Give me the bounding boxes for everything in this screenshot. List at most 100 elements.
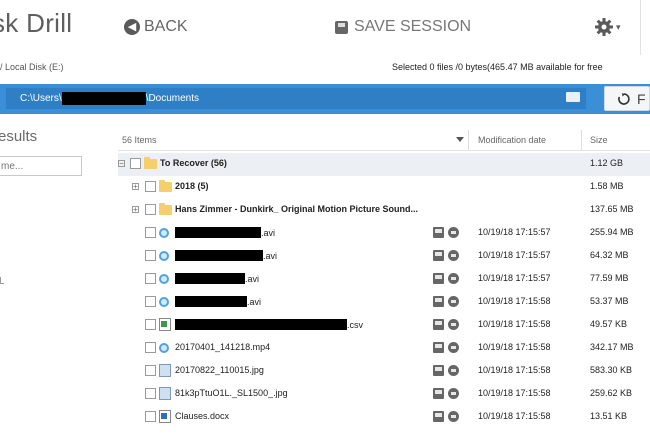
table-row[interactable]: .avi 10/19/18 17:15:57 64.32 MB xyxy=(118,245,650,268)
row-name: .avi xyxy=(247,297,262,307)
folder-open-icon[interactable] xyxy=(566,92,580,102)
sort-chevron-icon[interactable] xyxy=(456,137,464,142)
row-size: 259.62 KB xyxy=(590,388,633,398)
csv-file-icon xyxy=(159,318,171,331)
row-actions xyxy=(433,273,461,285)
row-name-wrap: .avi xyxy=(175,273,259,284)
name-filter-input[interactable] xyxy=(0,156,82,176)
tree-branch xyxy=(0,277,4,284)
preview-icon[interactable] xyxy=(433,296,444,307)
table-row[interactable]: + Hans Zimmer - Dunkirk_ Original Motion… xyxy=(118,199,650,222)
row-actions xyxy=(433,411,461,423)
table-row[interactable]: + 2018 (5) 1.58 MB xyxy=(118,176,650,199)
row-checkbox[interactable] xyxy=(130,158,141,169)
expand-icon[interactable]: + xyxy=(132,206,139,214)
row-name: 2018 (5) xyxy=(175,181,209,191)
recover-icon[interactable] xyxy=(448,342,459,353)
folder-icon xyxy=(159,180,172,192)
video-file-icon xyxy=(159,274,169,284)
recover-icon[interactable] xyxy=(448,411,459,422)
row-checkbox[interactable] xyxy=(145,204,156,215)
preview-icon[interactable] xyxy=(433,319,444,330)
back-button[interactable]: ◀ BACK xyxy=(124,14,188,40)
recover-icon[interactable] xyxy=(448,296,459,307)
recover-icon[interactable] xyxy=(448,388,459,399)
table-row[interactable]: Clauses.docx 10/19/18 17:15:58 13.51 KB xyxy=(118,406,650,429)
row-checkbox[interactable] xyxy=(145,296,156,307)
row-date: 10/19/18 17:15:58 xyxy=(478,342,551,352)
expand-icon[interactable]: + xyxy=(132,183,139,191)
row-size: 1.12 GB xyxy=(590,158,624,168)
recover-icon[interactable] xyxy=(448,365,459,376)
table-row[interactable]: 81k3pTtuO1L._SL1500_.jpg 10/19/18 17:15:… xyxy=(118,383,650,406)
row-date: 10/19/18 17:15:58 xyxy=(478,319,551,329)
row-checkbox[interactable] xyxy=(145,365,156,376)
table-row[interactable]: .avi 10/19/18 17:15:58 53.37 MB xyxy=(118,291,650,314)
row-checkbox[interactable] xyxy=(145,250,156,261)
gear-icon xyxy=(595,18,613,36)
row-name-wrap: .avi xyxy=(175,296,261,307)
table-row[interactable]: .avi 10/19/18 17:15:57 77.59 MB xyxy=(118,268,650,291)
settings-button[interactable]: ▾ xyxy=(594,14,621,40)
column-divider[interactable] xyxy=(581,130,582,150)
recover-icon[interactable] xyxy=(448,319,459,330)
app-title: sk Drill xyxy=(0,8,73,38)
redaction-bar xyxy=(175,227,261,238)
preview-icon[interactable] xyxy=(433,227,444,238)
preview-icon[interactable] xyxy=(433,273,444,284)
image-file-icon xyxy=(159,387,171,400)
save-session-button[interactable]: SAVE SESSION xyxy=(335,14,471,40)
table-row[interactable]: − To Recover (56) 1.12 GB xyxy=(118,153,650,176)
row-name: Hans Zimmer - Dunkirk_ Original Motion P… xyxy=(175,204,419,214)
row-name: To Recover (56) xyxy=(160,158,227,168)
row-name: 20170401_141218.mp4 xyxy=(175,342,271,352)
row-name-wrap: .csv xyxy=(175,319,363,330)
preview-icon[interactable] xyxy=(433,365,444,376)
breadcrumb[interactable]: / Local Disk (E:) xyxy=(0,62,64,72)
refresh-icon xyxy=(618,92,630,105)
row-checkbox[interactable] xyxy=(145,227,156,238)
preview-icon[interactable] xyxy=(433,250,444,261)
row-checkbox[interactable] xyxy=(145,181,156,192)
row-size: 255.94 MB xyxy=(590,227,634,237)
table-row[interactable]: .csv 10/19/18 17:15:58 49.57 KB xyxy=(118,314,650,337)
preview-icon[interactable] xyxy=(433,342,444,353)
row-date: 10/19/18 17:15:58 xyxy=(478,296,551,306)
row-name: .avi xyxy=(261,228,276,238)
row-date: 10/19/18 17:15:58 xyxy=(478,411,551,421)
video-file-icon xyxy=(159,251,169,261)
recover-icon[interactable] xyxy=(448,227,459,238)
path-input[interactable]: C:\Users\ \Documents xyxy=(6,88,586,109)
column-header xyxy=(118,130,650,151)
collapse-icon[interactable]: − xyxy=(118,160,125,168)
scan-button[interactable]: F xyxy=(604,86,650,111)
column-size-header[interactable]: Size xyxy=(590,135,608,145)
row-checkbox[interactable] xyxy=(145,388,156,399)
table-row[interactable]: 20170401_141218.mp4 10/19/18 17:15:58 34… xyxy=(118,337,650,360)
row-checkbox[interactable] xyxy=(145,411,156,422)
redaction-bar xyxy=(175,319,347,330)
row-date: 10/19/18 17:15:57 xyxy=(478,250,551,260)
row-size: 49.57 KB xyxy=(590,319,628,329)
recover-icon[interactable] xyxy=(448,250,459,261)
table-row[interactable]: 20170822_110015.jpg 10/19/18 17:15:58 58… xyxy=(118,360,650,383)
column-divider[interactable] xyxy=(468,130,469,150)
preview-icon[interactable] xyxy=(433,388,444,399)
column-date-header[interactable]: Modification date xyxy=(478,135,546,145)
folder-icon xyxy=(144,157,157,169)
row-name: .avi xyxy=(245,274,260,284)
chevron-down-icon: ▾ xyxy=(616,21,621,32)
row-name: Clauses.docx xyxy=(175,411,230,421)
preview-icon[interactable] xyxy=(433,411,444,422)
header-divider xyxy=(640,0,641,55)
table-row[interactable]: .avi 10/19/18 17:15:57 255.94 MB xyxy=(118,222,650,245)
row-checkbox[interactable] xyxy=(145,319,156,330)
path-suffix: \Documents xyxy=(145,93,200,104)
row-actions xyxy=(433,319,461,331)
row-checkbox[interactable] xyxy=(145,273,156,284)
row-checkbox[interactable] xyxy=(145,342,156,353)
row-size: 137.65 MB xyxy=(590,204,634,214)
recover-icon[interactable] xyxy=(448,273,459,284)
column-name-header[interactable]: 56 Items xyxy=(122,135,157,145)
save-session-label: SAVE SESSION xyxy=(354,18,472,35)
